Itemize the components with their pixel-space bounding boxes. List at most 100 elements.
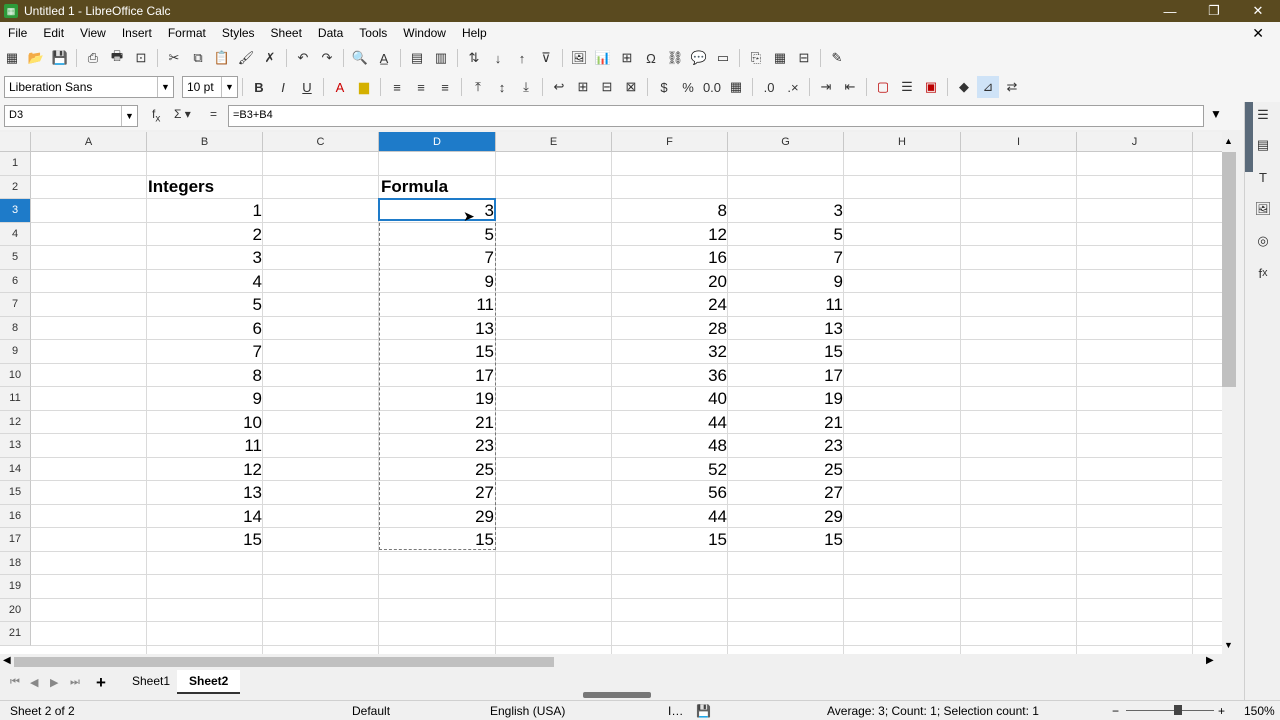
scroll-left-icon[interactable]: ◀ (3, 655, 11, 666)
cell-d2[interactable]: Formula (381, 175, 495, 198)
zoom-in-icon[interactable]: + (1218, 704, 1225, 718)
cell-g9[interactable]: 15 (728, 340, 844, 363)
cell-g3[interactable]: 3 (728, 199, 844, 222)
highlight-color-icon[interactable]: ▆ (353, 76, 375, 98)
wrap-text-icon[interactable]: ↩ (548, 76, 570, 98)
increase-indent-icon[interactable]: ⇥ (815, 76, 837, 98)
cell-b11[interactable]: 9 (147, 387, 263, 410)
cell-b8[interactable]: 6 (147, 317, 263, 340)
previous-sheet-icon[interactable]: ◀ (30, 676, 38, 689)
cell-b9[interactable]: 7 (147, 340, 263, 363)
align-top-icon[interactable]: ⤒ (467, 76, 489, 98)
zoom-level[interactable]: 150% (1244, 704, 1275, 718)
cell-f17[interactable]: 15 (612, 528, 728, 551)
comment-icon[interactable]: 💬 (688, 47, 710, 69)
sidebar-collapse-handle[interactable] (1245, 102, 1253, 172)
menu-format[interactable]: Format (160, 26, 214, 40)
row-header-15[interactable]: 15 (0, 481, 31, 505)
cell-f4[interactable]: 12 (612, 223, 728, 246)
column-icon[interactable]: ▥ (430, 47, 452, 69)
cell-b4[interactable]: 2 (147, 223, 263, 246)
cell-g4[interactable]: 5 (728, 223, 844, 246)
undo-icon[interactable]: ↶ (292, 47, 314, 69)
sum-icon[interactable]: Σ ▾ (174, 107, 191, 121)
draw-functions-icon[interactable]: ✎ (826, 47, 848, 69)
merge-center-icon[interactable]: ⊞ (572, 76, 594, 98)
spreadsheet-grid[interactable]: A B C D E F G H I J 1 2 3 4 5 6 7 8 9 10 11 12 13 14 1… (0, 132, 1222, 654)
menu-sheet[interactable]: Sheet (263, 26, 310, 40)
center-vertically-icon[interactable]: ↕ (491, 76, 513, 98)
cell-b12[interactable]: 10 (147, 411, 263, 434)
conditional-format-icon[interactable]: ◆ (953, 76, 975, 98)
redo-icon[interactable]: ↷ (316, 47, 338, 69)
language[interactable]: English (USA) (490, 704, 565, 718)
scroll-right-icon[interactable]: ▶ (1206, 655, 1214, 666)
percent-icon[interactable]: % (677, 76, 699, 98)
freeze-rows-columns-icon[interactable]: ▦ (769, 47, 791, 69)
row-header-18[interactable]: 18 (0, 551, 31, 575)
menu-tools[interactable]: Tools (351, 26, 395, 40)
currency-icon[interactable]: $ (653, 76, 675, 98)
page-style[interactable]: Default (352, 704, 390, 718)
horizontal-scrollbar[interactable]: ◀ ▶ (0, 654, 1222, 670)
maximize-button[interactable]: ❐ (1192, 0, 1236, 22)
chevron-down-icon[interactable]: ▼ (221, 77, 237, 97)
cell-b15[interactable]: 13 (147, 481, 263, 504)
styles-icon[interactable]: T (1254, 168, 1272, 186)
tab-sheet1[interactable]: Sheet1 (120, 670, 182, 694)
menu-edit[interactable]: Edit (35, 26, 72, 40)
row-header-9[interactable]: 9 (0, 340, 31, 364)
cell-g14[interactable]: 25 (728, 458, 844, 481)
save-icon[interactable]: 💾 (49, 47, 71, 69)
align-bottom-icon[interactable]: ⤓ (515, 76, 537, 98)
column-header-g[interactable]: G (728, 132, 844, 152)
border-style-icon[interactable]: ☰ (896, 76, 918, 98)
cell-b14[interactable]: 12 (147, 458, 263, 481)
paste-icon[interactable]: 📋 (211, 47, 233, 69)
cell-f12[interactable]: 44 (612, 411, 728, 434)
italic-icon[interactable]: I (272, 76, 294, 98)
row-header-12[interactable]: 12 (0, 410, 31, 434)
decrease-indent-icon[interactable]: ⇤ (839, 76, 861, 98)
cell-b5[interactable]: 3 (147, 246, 263, 269)
column-header-d[interactable]: D (379, 132, 496, 152)
function-wizard-icon[interactable]: fx (152, 107, 160, 124)
column-header-i[interactable]: I (961, 132, 1077, 152)
menu-view[interactable]: View (72, 26, 114, 40)
row-header-4[interactable]: 4 (0, 222, 31, 246)
font-color-icon[interactable]: A (329, 76, 351, 98)
row-header-16[interactable]: 16 (0, 504, 31, 528)
cell-g5[interactable]: 7 (728, 246, 844, 269)
name-box[interactable]: D3 ▼ (4, 105, 138, 127)
new-icon[interactable]: ▦ (1, 47, 23, 69)
font-size-box[interactable]: 10 pt ▼ (182, 76, 238, 98)
cell-g10[interactable]: 17 (728, 364, 844, 387)
cell-f3[interactable]: 8 (612, 199, 728, 222)
menu-help[interactable]: Help (454, 26, 495, 40)
zoom-slider-thumb[interactable] (1174, 705, 1182, 715)
define-print-area-icon[interactable]: ⎘ (745, 47, 767, 69)
close-button[interactable]: ✕ (1236, 0, 1280, 22)
clear-formatting-icon[interactable]: ✗ (259, 47, 281, 69)
hyperlink-icon[interactable]: ⛓ (664, 47, 686, 69)
expand-formula-bar-icon[interactable]: ▼ (1210, 107, 1222, 121)
cell-f16[interactable]: 44 (612, 505, 728, 528)
sort-ascending-icon[interactable]: ↓ (487, 47, 509, 69)
text-direction-icon[interactable]: ⇄ (1001, 76, 1023, 98)
cell-f15[interactable]: 56 (612, 481, 728, 504)
scroll-up-icon[interactable]: ▲ (1224, 136, 1233, 146)
row-header-11[interactable]: 11 (0, 387, 31, 411)
bold-icon[interactable]: B (248, 76, 270, 98)
cell-b7[interactable]: 5 (147, 293, 263, 316)
align-right-icon[interactable]: ≡ (434, 76, 456, 98)
row-header-13[interactable]: 13 (0, 434, 31, 458)
zoom-slider[interactable] (1126, 710, 1214, 711)
sidebar-menu-icon[interactable]: ☰ (1254, 106, 1272, 124)
cell-g16[interactable]: 29 (728, 505, 844, 528)
copy-icon[interactable]: ⧉ (187, 47, 209, 69)
border-color-icon[interactable]: ▣ (920, 76, 942, 98)
spelling-icon[interactable]: A̲ (373, 47, 395, 69)
cell-f13[interactable]: 48 (612, 434, 728, 457)
find-replace-icon[interactable]: 🔍 (349, 47, 371, 69)
chevron-down-icon[interactable]: ▼ (157, 77, 173, 97)
